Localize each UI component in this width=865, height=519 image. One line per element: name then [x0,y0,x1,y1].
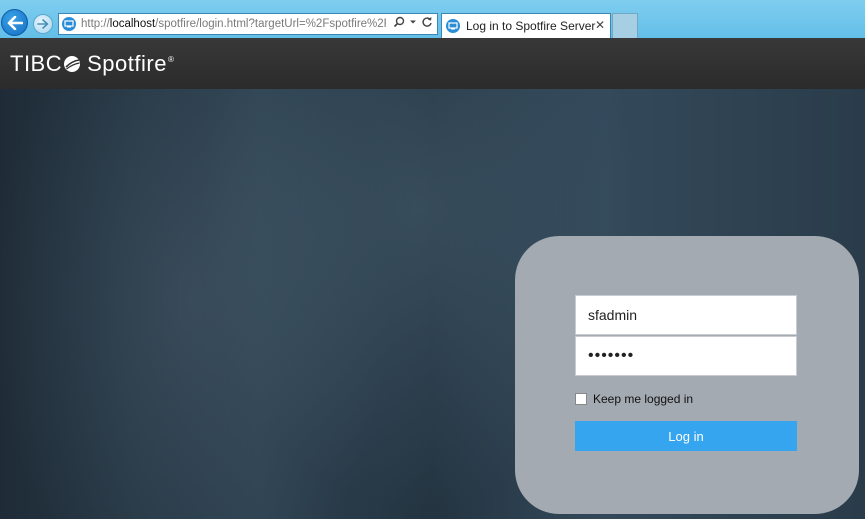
refresh-icon[interactable] [421,16,433,28]
chevron-down-icon[interactable] [409,19,417,25]
tab-title: Log in to Spotfire Server [466,19,596,33]
username-input[interactable] [575,295,797,335]
new-tab-button[interactable] [612,13,638,38]
browser-toolbar: http://localhost/spotfire/login.html?tar… [0,0,865,38]
tab-favicon-icon [446,19,460,33]
login-panel: Keep me logged in Log in [515,236,859,514]
forward-button[interactable] [33,14,53,34]
remember-me-checkbox[interactable] [575,393,587,405]
tibco-ball-icon [64,55,81,72]
login-button[interactable]: Log in [575,421,797,451]
password-input[interactable] [575,336,797,376]
spotfire-logo: TIBC Spotfire ® [10,50,175,76]
arrow-left-icon [7,15,23,30]
arrow-right-icon [37,19,49,29]
app-header: TIBC Spotfire ® [0,38,865,89]
site-favicon-icon [62,17,76,31]
search-icon[interactable] [393,16,405,28]
remember-me-label: Keep me logged in [593,392,694,406]
close-icon[interactable]: ✕ [595,18,605,32]
back-button[interactable] [1,9,28,36]
tab-login[interactable]: Log in to Spotfire Server ✕ [441,13,611,38]
url-text[interactable]: http://localhost/spotfire/login.html?tar… [81,18,386,30]
address-bar[interactable]: http://localhost/spotfire/login.html?tar… [58,13,438,35]
remember-me[interactable]: Keep me logged in [575,392,693,406]
